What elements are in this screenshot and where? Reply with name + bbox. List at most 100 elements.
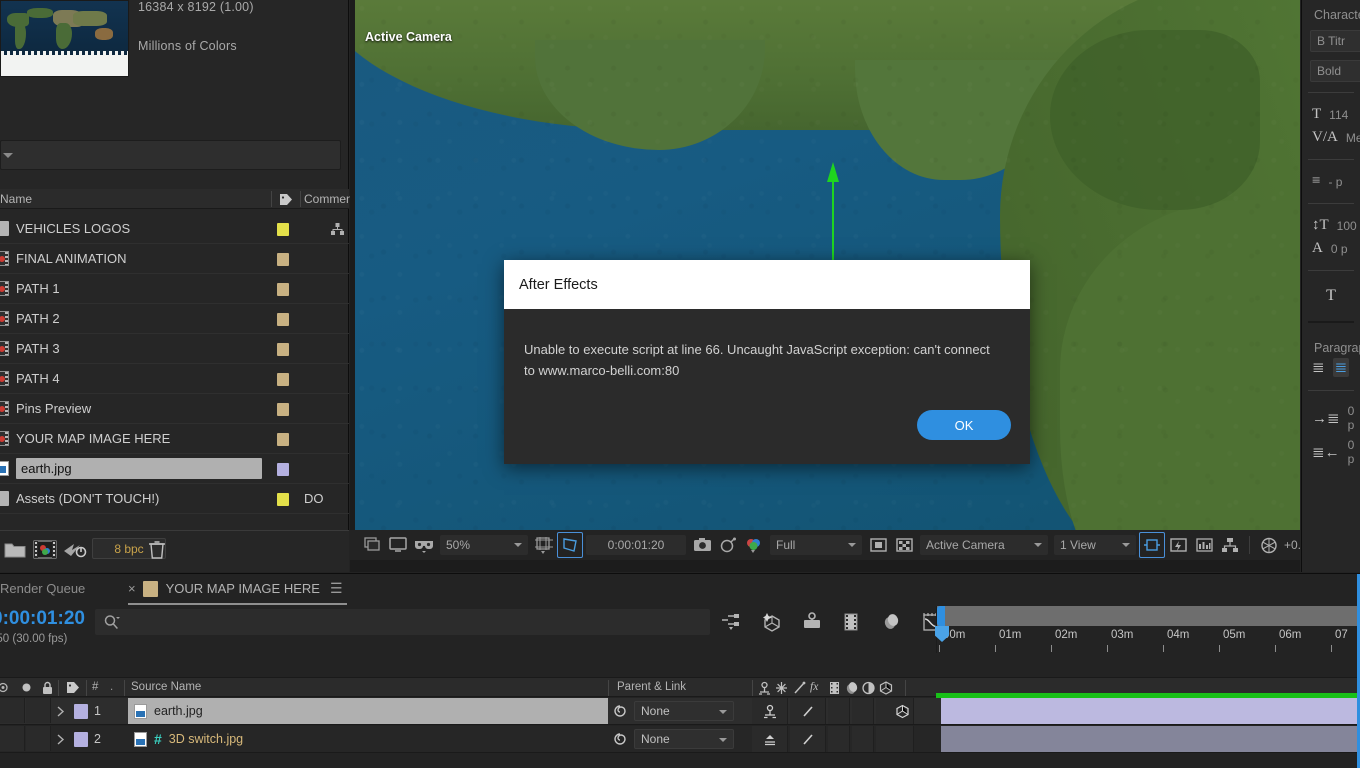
timeline-ruler[interactable]: 00m 01m 02m 03m 04m 05m 06m 07 xyxy=(936,626,1360,653)
show-channel-icon[interactable] xyxy=(741,532,767,558)
resolution-dropdown[interactable]: Full xyxy=(770,535,862,555)
fast-previews-icon[interactable] xyxy=(1165,532,1191,558)
panel-menu-icon[interactable]: ☰ xyxy=(330,580,343,597)
layer-label-color[interactable] xyxy=(74,726,90,752)
vertical-scale-row[interactable]: ↕T 100 xyxy=(1302,214,1360,237)
pick-whip-icon[interactable] xyxy=(612,731,628,747)
font-style-buttons[interactable]: T xyxy=(1302,281,1360,311)
region-of-interest-icon[interactable] xyxy=(865,532,891,558)
project-item-label-color[interactable] xyxy=(277,283,289,296)
timeline-search-input[interactable] xyxy=(95,609,710,635)
pick-whip-icon[interactable] xyxy=(612,703,628,719)
toggle-transparency-grid-icon[interactable] xyxy=(891,532,917,558)
toggle-pixel-aspect-ratio-correction-icon[interactable] xyxy=(1139,532,1165,558)
draft-3d-icon[interactable] xyxy=(752,608,792,636)
camera-view-dropdown[interactable]: Active Camera xyxy=(920,535,1048,555)
hide-shy-layers-icon[interactable] xyxy=(792,608,832,636)
comp-timecode-display[interactable]: 0:00:01:20 xyxy=(586,535,686,555)
layer-fx-switch[interactable] xyxy=(828,698,850,724)
project-item-row[interactable]: Pins Preview xyxy=(0,394,349,424)
baseline-shift-row[interactable]: A 0 p xyxy=(1302,237,1360,260)
project-item-row[interactable]: FINAL ANIMATION xyxy=(0,244,349,274)
layer-expand-arrow[interactable] xyxy=(56,726,72,752)
trash-icon[interactable] xyxy=(148,540,166,559)
layer-source-name-cell[interactable]: #3D switch.jpg xyxy=(128,726,608,752)
layer-video-toggle[interactable] xyxy=(0,726,25,751)
align-left-icon[interactable]: ≣ xyxy=(1312,358,1325,377)
layer-3d-switch[interactable] xyxy=(892,726,914,752)
always-preview-this-view-icon[interactable] xyxy=(359,532,385,558)
layer-3d-switch[interactable] xyxy=(892,698,914,724)
project-item-label-color[interactable] xyxy=(277,253,289,266)
project-item-label-color[interactable] xyxy=(277,433,289,446)
project-item-row[interactable]: earth.jpg xyxy=(0,454,349,484)
timeline-layer-row[interactable]: 2 #3D switch.jpg None xyxy=(0,726,1360,753)
timeline-layer-row[interactable]: 1 earth.jpg None xyxy=(0,698,1360,725)
layer-expand-arrow[interactable] xyxy=(56,698,72,724)
column-header-comment[interactable]: Comment xyxy=(304,192,356,206)
project-item-label-color[interactable] xyxy=(277,343,289,356)
project-item-label-color[interactable] xyxy=(277,403,289,416)
show-snapshot-icon[interactable] xyxy=(715,532,741,558)
layer-motion-blur-switch[interactable] xyxy=(790,726,826,752)
layer-parent-cell[interactable]: None xyxy=(612,726,742,752)
layer-frameblend-switch[interactable] xyxy=(852,698,874,724)
main-viewer-icon[interactable] xyxy=(385,532,411,558)
project-item-row[interactable]: PATH 1 xyxy=(0,274,349,304)
layer-anchor-switch[interactable] xyxy=(752,698,788,724)
view-layout-dropdown[interactable]: 1 View xyxy=(1054,535,1136,555)
project-item-row[interactable]: VEHICLES LOGOS xyxy=(0,214,349,244)
project-item-row[interactable]: YOUR MAP IMAGE HERE xyxy=(0,424,349,454)
project-item-label-color[interactable] xyxy=(277,493,289,506)
project-item-row[interactable]: PATH 3 xyxy=(0,334,349,364)
layer-duration-bar[interactable] xyxy=(941,698,1360,724)
magnification-dropdown[interactable]: 50% xyxy=(440,535,528,555)
choose-grid-and-guides-icon[interactable] xyxy=(531,532,557,558)
3d-axis-handle[interactable] xyxy=(827,162,839,265)
layer-source-name-cell[interactable]: earth.jpg xyxy=(128,698,608,724)
enable-motion-blur-icon[interactable] xyxy=(872,608,912,636)
project-item-row[interactable]: PATH 2 xyxy=(0,304,349,334)
enable-frame-blending-icon[interactable] xyxy=(832,608,872,636)
indent-left-row[interactable]: →≣ 0 p xyxy=(1302,401,1360,435)
composition-mini-flowchart-icon[interactable] xyxy=(712,608,752,636)
parent-dropdown[interactable]: None xyxy=(634,729,734,749)
font-family-field[interactable]: B Titr xyxy=(1310,30,1360,52)
leading-row[interactable]: ≡ - p xyxy=(1302,170,1360,193)
ok-button[interactable]: OK xyxy=(917,410,1011,440)
project-item-row[interactable]: Assets (DON'T TOUCH!) DO xyxy=(0,484,349,514)
comp-flowchart-icon[interactable] xyxy=(1217,532,1243,558)
work-area-start-handle[interactable] xyxy=(937,606,945,626)
layer-audio-toggle[interactable] xyxy=(26,698,51,723)
new-composition-icon[interactable] xyxy=(33,540,57,559)
project-search-input[interactable] xyxy=(0,140,341,170)
layer-fx-switch[interactable] xyxy=(828,726,850,752)
project-item-row[interactable]: PATH 4 xyxy=(0,364,349,394)
3d-glasses-icon[interactable] xyxy=(411,532,437,558)
close-icon[interactable]: × xyxy=(128,581,136,596)
tab-your-map-image-here[interactable]: × YOUR MAP IMAGE HERE ☰ xyxy=(128,574,347,605)
font-style-field[interactable]: Bold xyxy=(1310,60,1360,82)
parent-dropdown[interactable]: None xyxy=(634,701,734,721)
layer-label-color[interactable] xyxy=(74,698,90,724)
column-header-name[interactable]: Name xyxy=(0,192,32,206)
project-item-label-color[interactable] xyxy=(277,223,289,236)
project-item-label-color[interactable] xyxy=(277,463,289,476)
timeline-work-area-bar[interactable] xyxy=(936,606,1360,626)
layer-motion-blur-switch[interactable] xyxy=(790,698,826,724)
layer-parent-cell[interactable]: None xyxy=(612,698,742,724)
timeline-icon[interactable] xyxy=(1191,532,1217,558)
column-header-source-name[interactable]: Source Name xyxy=(131,681,201,693)
paragraph-alignment-row[interactable]: ≣ ≣ xyxy=(1302,355,1360,380)
column-header-parent-link[interactable]: Parent & Link xyxy=(617,681,686,693)
font-size-row[interactable]: T 114 xyxy=(1302,103,1360,126)
layer-anchor-switch[interactable] xyxy=(752,726,788,752)
layer-frameblend-switch[interactable] xyxy=(852,726,874,752)
toggle-mask-and-shape-path-visibility-icon[interactable] xyxy=(557,532,583,558)
project-item-comment[interactable]: DO xyxy=(304,491,324,506)
align-center-icon[interactable]: ≣ xyxy=(1332,358,1350,377)
timeline-current-time[interactable]: 0:00:01:20 xyxy=(0,608,85,630)
project-item-label-color[interactable] xyxy=(277,373,289,386)
project-item-label-color[interactable] xyxy=(277,313,289,326)
layer-audio-toggle[interactable] xyxy=(26,726,51,751)
